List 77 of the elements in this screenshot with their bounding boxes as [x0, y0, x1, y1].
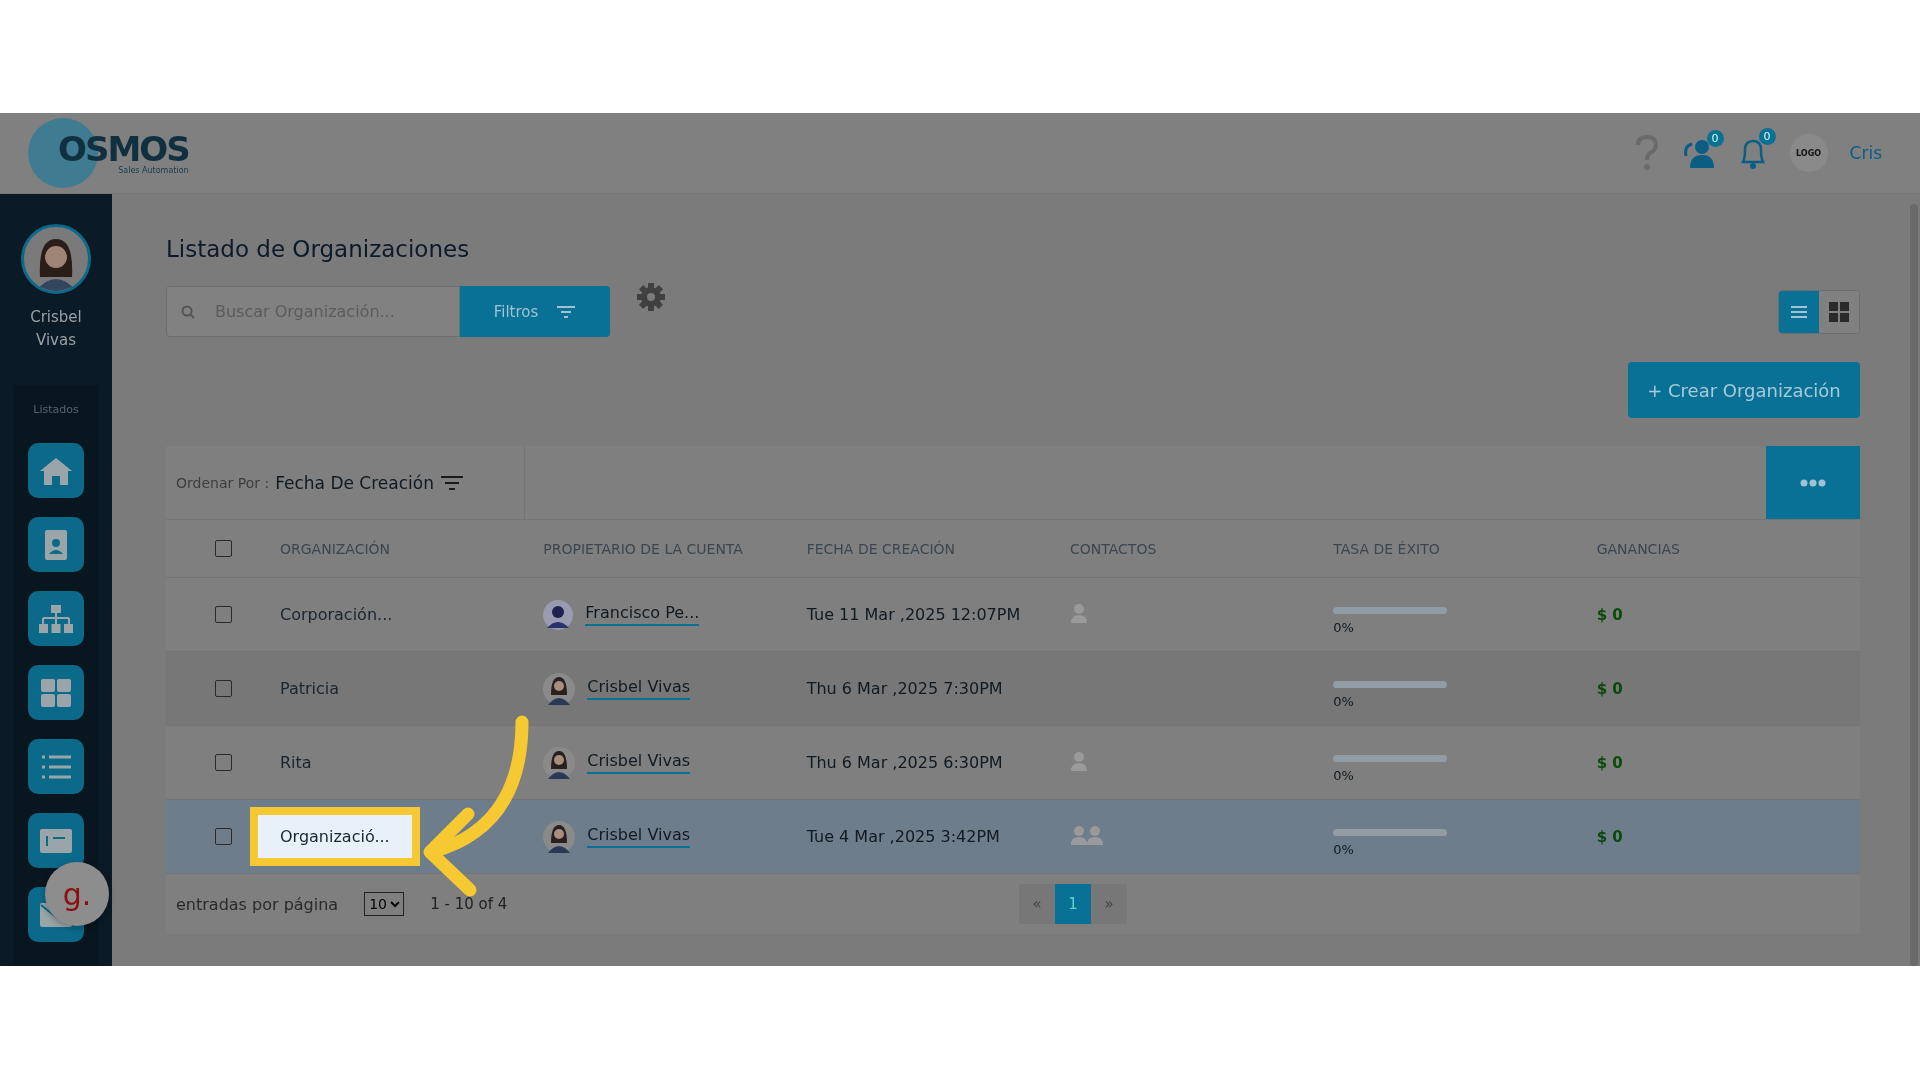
column-header: PROPIETARIO DE LA CUENTA [543, 540, 744, 557]
sidebar-item[interactable] [28, 739, 84, 794]
grid-view-button[interactable] [1819, 290, 1859, 333]
page-title: Listado de Organizaciones [166, 236, 471, 262]
sidebar-item[interactable] [28, 665, 84, 720]
organization-name[interactable]: Patricia [280, 679, 340, 698]
column-header: CONTACTOS [1070, 540, 1158, 557]
contact-icon [1070, 602, 1088, 623]
grid-icon [40, 677, 72, 708]
sidebar-item[interactable] [28, 443, 84, 498]
organization-name[interactable]: Corporación... [280, 605, 393, 624]
column-header: TASA DE ÉXITO [1333, 540, 1441, 557]
table-cell-text: Thu 6 Mar ,2025 7:30PM [806, 679, 1004, 698]
create-organization-button[interactable]: + Crear Organización [1628, 362, 1860, 418]
table-row[interactable]: Patricia Crisbel Vivas Thu 6 Mar ,2025 7:30PM 0% $ 0 [166, 652, 1860, 726]
table-cell-text: Tue 11 Mar ,2025 12:07PM [806, 605, 1022, 624]
settings-icon[interactable] [636, 282, 666, 312]
avatar [543, 599, 574, 630]
earnings: $ 0 [1596, 827, 1624, 846]
column-header: ORGANIZACIÓN [280, 540, 392, 557]
owner-link[interactable]: Crisbel Vivas [587, 751, 691, 774]
table-cell-text: Tue 4 Mar ,2025 3:42PM [806, 827, 1001, 846]
scrollbar[interactable] [1910, 204, 1918, 966]
grid-icon [1829, 301, 1849, 322]
filter-icon[interactable] [439, 474, 464, 491]
contacts-icon [1070, 824, 1104, 845]
owner-link[interactable]: Francisco Pe... [585, 603, 700, 626]
success-rate: 0% [1333, 693, 1355, 709]
column-header: FECHA DE CREACIÓN [806, 540, 957, 557]
table-row[interactable]: Organizació... Crisbel Vivas Tue 4 Mar ,2025 3:42PM 0% $ 0 [166, 800, 1860, 874]
list-view-button[interactable] [1779, 290, 1819, 333]
search-icon [181, 304, 195, 319]
owner-link[interactable]: Crisbel Vivas [587, 825, 691, 848]
list-icon [1791, 304, 1807, 319]
avatar [543, 820, 576, 853]
success-rate: 0% [1333, 841, 1355, 857]
section-label: Listados [33, 403, 79, 416]
owner-link[interactable]: Crisbel Vivas [587, 677, 691, 700]
contact-icon [1070, 750, 1088, 771]
avatar [543, 672, 576, 705]
user-name: Crisbel Vivas [29, 307, 83, 351]
table-cell-text: Thu 6 Mar ,2025 6:30PM [806, 753, 1004, 772]
success-rate: 0% [1333, 619, 1355, 635]
checkbox[interactable] [214, 606, 232, 623]
filter-icon [556, 304, 577, 319]
company-logo[interactable]: LOGO [1789, 134, 1828, 172]
filter-button[interactable]: Filtros [460, 286, 610, 337]
sidebar-item[interactable] [28, 517, 84, 572]
checkbox[interactable] [214, 540, 232, 557]
contact-card-icon [44, 528, 68, 561]
list-icon [40, 753, 72, 780]
checkbox[interactable] [214, 754, 232, 771]
home-icon [39, 455, 73, 486]
per-page-select[interactable]: 10 [364, 892, 405, 916]
notification-badge: 0 [1758, 128, 1776, 145]
sort-value[interactable]: Fecha De Creación [275, 472, 434, 493]
more-icon [1800, 478, 1826, 487]
earnings: $ 0 [1596, 605, 1624, 624]
sort-label: Ordenar Por : [176, 474, 270, 491]
org-chart-icon [38, 603, 74, 634]
column-header: GANANCIAS [1596, 540, 1681, 557]
earnings: $ 0 [1596, 679, 1624, 698]
avatar [543, 746, 576, 779]
per-page-label: entradas por página [176, 894, 339, 914]
sidebar-item[interactable] [28, 591, 84, 646]
invoice-icon [39, 827, 73, 854]
page-button[interactable]: « [1019, 884, 1055, 924]
sidebar-item[interactable] [28, 813, 84, 868]
organization-name[interactable]: Rita [280, 753, 312, 772]
notification-badge: 0 [1706, 130, 1724, 147]
page-button[interactable]: 1 [1055, 884, 1091, 924]
page-button[interactable]: » [1091, 884, 1127, 924]
checkbox[interactable] [214, 828, 232, 845]
page-range: 1 - 10 of 4 [430, 895, 508, 913]
success-rate: 0% [1333, 767, 1355, 783]
earnings: $ 0 [1596, 753, 1624, 772]
checkbox[interactable] [214, 680, 232, 697]
